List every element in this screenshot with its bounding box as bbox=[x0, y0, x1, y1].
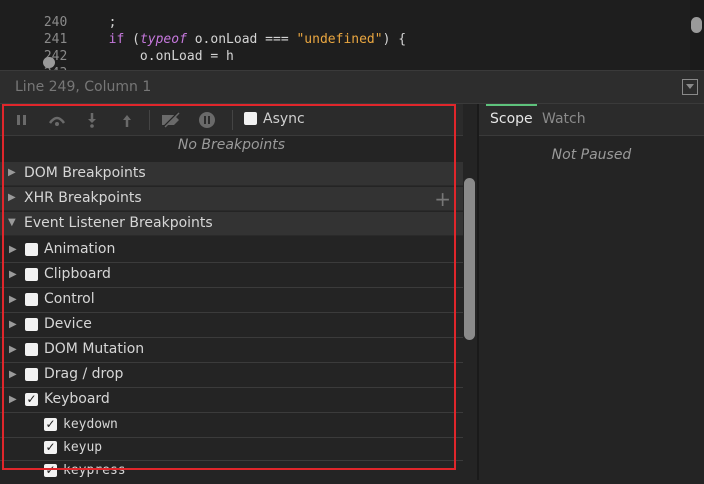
toggle-drawer-icon[interactable] bbox=[682, 79, 698, 95]
cursor-position: Line 249, Column 1 bbox=[15, 79, 152, 95]
category-label: Keyboard bbox=[44, 391, 110, 407]
chevron-right-icon: ▶ bbox=[9, 269, 17, 280]
pause-icon[interactable] bbox=[11, 110, 33, 130]
event-category-row[interactable]: ▶ Animation bbox=[0, 238, 463, 263]
chevron-right-icon: ▶ bbox=[9, 319, 17, 330]
xhr-breakpoints-section[interactable]: ▶ XHR Breakpoints + bbox=[0, 187, 463, 211]
event-row[interactable]: ✓ keypress bbox=[0, 459, 463, 484]
sidebar-tabs: Scope Watch bbox=[479, 104, 704, 136]
chevron-right-icon: ▶ bbox=[9, 369, 17, 380]
event-checkbox-checked[interactable]: ✓ bbox=[44, 441, 57, 454]
tab-watch[interactable]: Watch bbox=[542, 111, 586, 127]
code-line: 241 if (typeof o.onLoad === "undefined")… bbox=[0, 14, 690, 47]
event-label: keyup bbox=[63, 440, 103, 455]
breakpoints-scroll-thumb[interactable] bbox=[464, 178, 475, 340]
code-line: 243 bbox=[0, 48, 690, 70]
category-label: Clipboard bbox=[44, 266, 111, 282]
deactivate-breakpoints-icon[interactable] bbox=[160, 110, 182, 130]
code-line: 240 ; bbox=[0, 0, 690, 30]
scope-pane: Scope Watch Not Paused bbox=[479, 104, 704, 480]
event-checkbox-checked[interactable]: ✓ bbox=[44, 464, 57, 477]
category-checkbox[interactable] bbox=[25, 243, 38, 256]
editor-vertical-scrollbar[interactable] bbox=[690, 0, 704, 70]
editor-scroll-thumb[interactable] bbox=[691, 17, 702, 33]
category-checkbox-checked[interactable]: ✓ bbox=[25, 393, 38, 406]
section-title: DOM Breakpoints bbox=[24, 165, 146, 181]
async-checkbox[interactable] bbox=[244, 112, 257, 125]
category-checkbox[interactable] bbox=[25, 368, 38, 381]
breakpoints-scrollbar[interactable] bbox=[463, 104, 477, 480]
event-category-row[interactable]: ▶ ✓ Keyboard bbox=[0, 388, 463, 413]
section-title: Event Listener Breakpoints bbox=[24, 215, 213, 231]
chevron-right-icon: ▶ bbox=[8, 192, 16, 203]
chevron-right-icon: ▶ bbox=[9, 244, 17, 255]
event-checkbox-checked[interactable]: ✓ bbox=[44, 418, 57, 431]
editor-status-bar: Line 249, Column 1 bbox=[0, 70, 704, 104]
category-label: DOM Mutation bbox=[44, 341, 145, 357]
editor-horizontal-scroll-thumb[interactable] bbox=[43, 57, 55, 68]
category-label: Animation bbox=[44, 241, 116, 257]
event-category-row[interactable]: ▶ DOM Mutation bbox=[0, 338, 463, 363]
toolbar-separator bbox=[232, 110, 233, 130]
step-over-icon[interactable] bbox=[46, 110, 68, 130]
chevron-down-icon: ▼ bbox=[8, 217, 16, 228]
category-label: Device bbox=[44, 316, 92, 332]
tab-scope[interactable]: Scope bbox=[490, 111, 533, 127]
toolbar-separator bbox=[149, 110, 150, 130]
event-category-row[interactable]: ▶ Control bbox=[0, 288, 463, 313]
add-xhr-breakpoint-icon[interactable]: + bbox=[434, 187, 451, 211]
category-checkbox[interactable] bbox=[25, 318, 38, 331]
event-category-row[interactable]: ▶ Drag / drop bbox=[0, 363, 463, 388]
not-paused-message: Not Paused bbox=[551, 147, 632, 163]
async-label: Async bbox=[263, 111, 305, 127]
step-out-icon[interactable] bbox=[116, 110, 138, 130]
active-tab-indicator bbox=[486, 104, 537, 106]
event-category-row[interactable]: ▶ Device bbox=[0, 313, 463, 338]
category-checkbox[interactable] bbox=[25, 268, 38, 281]
dom-breakpoints-section[interactable]: ▶ DOM Breakpoints bbox=[0, 162, 463, 186]
code-editor[interactable]: 240 ; 241 if (typeof o.onLoad === "undef… bbox=[0, 0, 704, 70]
section-title: XHR Breakpoints bbox=[24, 190, 142, 206]
chevron-right-icon: ▶ bbox=[9, 294, 17, 305]
event-row[interactable]: ✓ keydown bbox=[0, 413, 463, 438]
step-into-icon[interactable] bbox=[81, 110, 103, 130]
event-category-row[interactable]: ▶ Clipboard bbox=[0, 263, 463, 288]
chevron-right-icon: ▶ bbox=[9, 394, 17, 405]
category-checkbox[interactable] bbox=[25, 343, 38, 356]
category-checkbox[interactable] bbox=[25, 293, 38, 306]
chevron-right-icon: ▶ bbox=[9, 344, 17, 355]
debugger-toolbar: Async bbox=[0, 104, 477, 136]
event-label: keydown bbox=[63, 417, 118, 432]
event-row[interactable]: ✓ keyup bbox=[0, 436, 463, 461]
no-breakpoints-message: No Breakpoints bbox=[177, 137, 286, 153]
pause-on-exceptions-icon[interactable] bbox=[196, 110, 218, 130]
breakpoints-pane: Async No Breakpoints ▶ DOM Breakpoints ▶… bbox=[0, 104, 479, 480]
code-line: 242 o.onLoad = h bbox=[0, 31, 690, 64]
category-label: Control bbox=[44, 291, 95, 307]
chevron-right-icon: ▶ bbox=[8, 167, 16, 178]
event-listener-breakpoints-section[interactable]: ▼ Event Listener Breakpoints bbox=[0, 212, 463, 236]
event-label: keypress bbox=[63, 463, 126, 478]
category-label: Drag / drop bbox=[44, 366, 124, 382]
